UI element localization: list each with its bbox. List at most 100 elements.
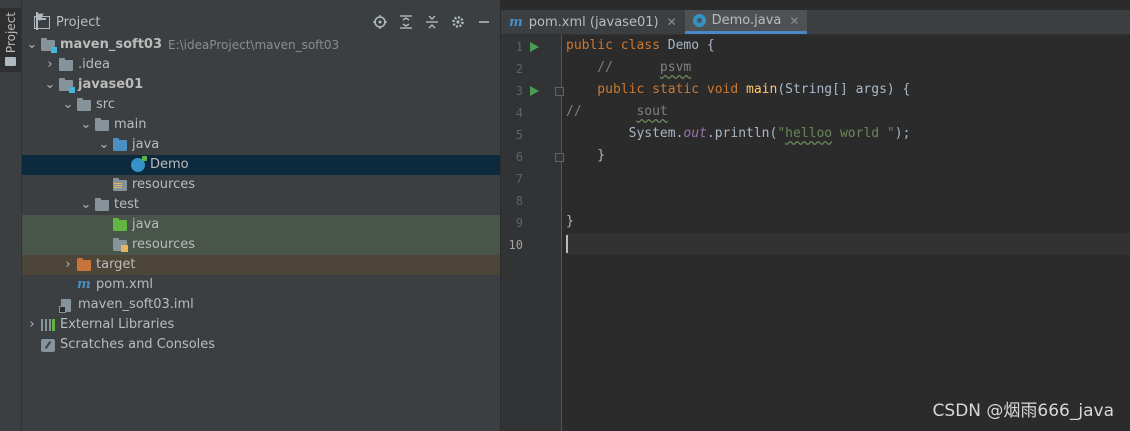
tree-item-maven-soft03[interactable]: ⌄ maven_soft03 E:\ideaProject\maven_soft… bbox=[22, 35, 500, 55]
module-folder-icon bbox=[41, 37, 57, 53]
comment: psvm bbox=[659, 60, 692, 75]
method-name: main bbox=[746, 82, 778, 97]
comment: // bbox=[566, 104, 637, 119]
keyword: public static void bbox=[566, 82, 747, 97]
chevron-right-icon[interactable]: › bbox=[62, 255, 74, 275]
chevron-down-icon[interactable]: ⌄ bbox=[98, 135, 110, 155]
line-number: 7 bbox=[515, 172, 523, 186]
chevron-down-icon[interactable]: ⌄ bbox=[44, 75, 56, 95]
tree-item-label: javase01 bbox=[78, 77, 144, 92]
tree-item-external-libraries[interactable]: › External Libraries bbox=[22, 315, 500, 335]
module-folder-icon bbox=[59, 77, 75, 93]
editor-tabs: m pom.xml (javase01) ✕ Demo.java ✕ bbox=[501, 10, 1130, 35]
chevron-down-icon[interactable]: ▼ bbox=[36, 12, 44, 30]
locate-icon[interactable] bbox=[372, 14, 388, 30]
tree-item-label: target bbox=[96, 257, 136, 272]
line-number: 6 bbox=[515, 150, 523, 164]
chevron-down-icon[interactable]: ⌄ bbox=[80, 195, 92, 215]
tree-item-iml[interactable]: maven_soft03.iml bbox=[22, 295, 500, 315]
run-icon[interactable] bbox=[530, 86, 539, 96]
tree-item-test-java[interactable]: java bbox=[22, 215, 500, 235]
code-line: // psvm bbox=[566, 57, 1130, 79]
tab-pom-xml[interactable]: m pom.xml (javase01) ✕ bbox=[501, 10, 685, 34]
string: helloo bbox=[785, 126, 833, 141]
line-number: 9 bbox=[515, 216, 523, 230]
tree-item-label: src bbox=[96, 97, 115, 112]
string: " bbox=[777, 126, 786, 141]
tree-item-label: java bbox=[132, 217, 160, 232]
tree-item-label: java bbox=[132, 137, 160, 152]
tree-item-idea[interactable]: › .idea bbox=[22, 55, 500, 75]
excluded-folder-icon bbox=[77, 257, 91, 271]
tree-item-test[interactable]: ⌄ test bbox=[22, 195, 500, 215]
tree-item-demo[interactable]: Demo bbox=[22, 155, 500, 175]
tree-item-main-resources[interactable]: resources bbox=[22, 175, 500, 195]
tree-item-javase01[interactable]: ⌄ javase01 bbox=[22, 75, 500, 95]
folder-icon bbox=[77, 97, 91, 111]
current-line bbox=[566, 233, 1130, 255]
folder-icon bbox=[59, 57, 73, 71]
code-editor[interactable]: public class Demo { // psvm public stati… bbox=[566, 35, 1130, 255]
tree-item-main-java[interactable]: ⌄ java bbox=[22, 135, 500, 155]
gear-icon[interactable] bbox=[450, 14, 466, 30]
folder-icon bbox=[95, 117, 109, 131]
code-line: } bbox=[566, 145, 1130, 167]
source-folder-icon bbox=[113, 137, 127, 151]
line-number: 3 bbox=[515, 84, 523, 98]
tree-item-label: External Libraries bbox=[60, 317, 175, 332]
code-line: public static void main(String[] args) { bbox=[566, 79, 1130, 101]
project-tool-tab[interactable]: Project bbox=[0, 8, 21, 72]
project-tool-tab-label: Project bbox=[3, 12, 18, 54]
editor-area: m pom.xml (javase01) ✕ Demo.java ✕ 1 2 3… bbox=[501, 0, 1130, 431]
tree-item-pom[interactable]: m pom.xml bbox=[22, 275, 500, 295]
chevron-right-icon[interactable]: › bbox=[26, 315, 38, 335]
tree-item-label: resources bbox=[132, 177, 196, 192]
string: world " bbox=[832, 126, 895, 141]
tree-item-scratches[interactable]: Scratches and Consoles bbox=[22, 335, 500, 355]
fold-icon[interactable] bbox=[555, 153, 564, 162]
chevron-down-icon[interactable]: ⌄ bbox=[80, 115, 92, 135]
collapse-all-icon[interactable] bbox=[424, 14, 440, 30]
tree-item-main[interactable]: ⌄ main bbox=[22, 115, 500, 135]
test-source-folder-icon bbox=[113, 217, 127, 231]
keyword: public class bbox=[566, 38, 668, 53]
tree-item-src[interactable]: ⌄ src bbox=[22, 95, 500, 115]
folder-icon bbox=[5, 57, 16, 67]
tree-item-label: resources bbox=[132, 237, 196, 252]
line-number: 10 bbox=[508, 238, 523, 252]
code-text: } bbox=[566, 148, 606, 163]
field: out bbox=[683, 126, 707, 141]
tool-window-strip: Project bbox=[0, 0, 22, 431]
panel-title[interactable]: Project bbox=[56, 15, 100, 30]
resources-folder-icon bbox=[113, 177, 127, 191]
close-icon[interactable]: ✕ bbox=[667, 15, 677, 29]
chevron-down-icon[interactable]: ⌄ bbox=[26, 35, 38, 55]
code-text: Demo { bbox=[667, 38, 715, 53]
code-line: // sout bbox=[566, 101, 1130, 123]
code-line: System.out.println("helloo world "); bbox=[566, 123, 1130, 145]
tree-item-label: Scratches and Consoles bbox=[60, 337, 216, 352]
module-file-icon bbox=[59, 298, 71, 313]
code-line: } bbox=[566, 211, 1130, 233]
chevron-right-icon[interactable]: › bbox=[44, 55, 56, 75]
close-icon[interactable]: ✕ bbox=[789, 14, 799, 28]
line-number: 8 bbox=[515, 194, 523, 208]
chevron-down-icon[interactable]: ⌄ bbox=[62, 95, 74, 115]
maven-icon: m bbox=[509, 14, 523, 30]
test-resources-folder-icon bbox=[113, 237, 128, 252]
fold-icon[interactable] bbox=[555, 87, 564, 96]
editor-gutter[interactable]: 1 2 3 4 5 6 7 8 9 10 bbox=[501, 35, 564, 431]
run-icon[interactable] bbox=[530, 42, 539, 52]
tree-item-label: maven_soft03.iml bbox=[78, 297, 194, 312]
tree-item-target[interactable]: › target bbox=[22, 255, 500, 275]
minimize-icon[interactable] bbox=[476, 14, 492, 30]
project-panel-header: Project ▼ bbox=[22, 10, 500, 34]
tab-label: Demo.java bbox=[711, 13, 782, 28]
expand-all-icon[interactable] bbox=[398, 14, 414, 30]
tab-demo-java[interactable]: Demo.java ✕ bbox=[684, 10, 808, 34]
code-text: } bbox=[566, 214, 574, 229]
tab-label: pom.xml (javase01) bbox=[528, 14, 659, 30]
tree-item-test-resources[interactable]: resources bbox=[22, 235, 500, 255]
